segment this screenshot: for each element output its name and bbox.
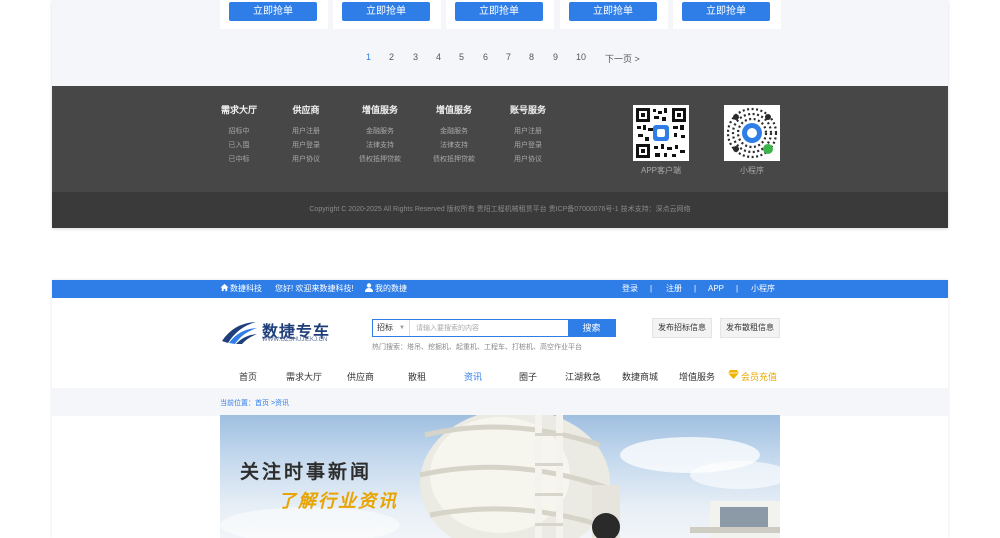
miniprogram-qr-code <box>724 105 780 161</box>
app-qr-label: APP客户端 <box>640 166 681 175</box>
footer-link[interactable]: 金融服务 <box>355 125 405 139</box>
home-icon <box>220 280 229 298</box>
register-link[interactable]: 注册 <box>666 280 682 298</box>
grab-order-button[interactable]: 立即抢单 <box>455 2 543 21</box>
search-type-select[interactable]: 招标 ▼ <box>373 320 410 336</box>
order-card: 立即抢单 <box>560 0 668 29</box>
main-nav: 首页 需求大厅 供应商 散租 资讯 圈子 江湖救急 数捷商城 增值服务 会员充值 <box>52 365 948 387</box>
search-box: 招标 ▼ 搜索 <box>372 319 616 337</box>
logo-swoosh-icon <box>222 322 257 344</box>
nav-item-mall[interactable]: 数捷商城 <box>622 370 658 383</box>
footer-column: 增值服务 金融服务 法律支持 债权抵押贷款 <box>355 103 405 167</box>
footer-link[interactable]: 债权抵押贷款 <box>355 153 405 167</box>
page-link-6[interactable]: 6 <box>483 52 488 62</box>
grab-order-button[interactable]: 立即抢单 <box>229 2 317 21</box>
user-icon <box>365 280 373 298</box>
footer-column: 供应商 用户注册 用户登录 用户协议 <box>288 103 324 167</box>
banner-subheadline: 了解行业资讯 <box>278 491 398 511</box>
footer-link[interactable]: 已入围 <box>220 139 258 153</box>
page-link-8[interactable]: 8 <box>529 52 534 62</box>
publish-bid-button[interactable]: 发布招标信息 <box>652 318 712 338</box>
brand-link[interactable]: 数捷科技 <box>230 280 262 298</box>
previous-page-section: 立即抢单 立即抢单 立即抢单 立即抢单 立即抢单 1 2 3 4 5 6 7 8… <box>52 0 948 228</box>
page-link-9[interactable]: 9 <box>553 52 558 62</box>
miniprogram-qr-label: 小程序 <box>740 166 764 175</box>
order-card: 立即抢单 <box>673 0 781 29</box>
welcome-text: 您好! 欢迎来数捷科技! <box>275 284 354 293</box>
footer-column: 需求大厅 招标中 已入围 已中标 <box>220 103 258 167</box>
footer-link[interactable]: 金融服务 <box>429 125 479 139</box>
nav-item-news[interactable]: 资讯 <box>464 370 482 383</box>
footer-link[interactable]: 法律支持 <box>429 139 479 153</box>
diamond-icon <box>728 370 739 380</box>
footer-link[interactable]: 债权抵押贷款 <box>429 153 479 167</box>
publish-rent-button[interactable]: 发布散租信息 <box>720 318 780 338</box>
footer-link[interactable]: 用户注册 <box>288 125 324 139</box>
nav-item-circle[interactable]: 圈子 <box>519 370 537 383</box>
next-page-link[interactable]: 下一页 > <box>605 52 640 65</box>
footer-column-title: 增值服务 <box>435 105 472 115</box>
nav-item-emergency[interactable]: 江湖救急 <box>565 370 601 383</box>
nav-item-suppliers[interactable]: 供应商 <box>347 370 374 383</box>
footer-link[interactable]: 已中标 <box>220 153 258 167</box>
login-link[interactable]: 登录 <box>622 280 638 298</box>
page-link-10[interactable]: 10 <box>576 52 586 62</box>
order-card: 立即抢单 <box>220 0 328 29</box>
nav-item-value-added[interactable]: 增值服务 <box>679 370 715 383</box>
nav-item-vip-recharge[interactable]: 会员充值 <box>741 370 777 383</box>
footer-column-title: 账号服务 <box>509 105 546 115</box>
page-link-2[interactable]: 2 <box>389 52 394 62</box>
news-banner: 关注时事新闻 了解行业资讯 <box>220 415 780 538</box>
nav-item-rental[interactable]: 散租 <box>408 370 426 383</box>
footer-link[interactable]: 招标中 <box>220 125 258 139</box>
separator: | <box>694 284 697 293</box>
breadcrumb[interactable]: 当前位置：首页 >资讯 <box>220 398 289 408</box>
footer-column: 账号服务 用户注册 用户登录 用户协议 <box>507 103 549 167</box>
hot-searches: 热门搜索：塔吊、挖掘机、起重机、工程车、打桩机、高空作业平台 <box>372 344 582 351</box>
footer-link[interactable]: 用户协议 <box>507 153 549 167</box>
order-card: 立即抢单 <box>333 0 441 29</box>
page-link-3[interactable]: 3 <box>413 52 418 62</box>
breadcrumb-bar: 当前位置：首页 >资讯 <box>52 388 948 416</box>
copyright-bar: Copyright C 2020-2025 All Rights Reserve… <box>52 192 948 228</box>
separator: | <box>650 284 653 293</box>
search-input[interactable] <box>411 320 569 336</box>
app-qr-code <box>633 105 689 161</box>
page-link-7[interactable]: 7 <box>506 52 511 62</box>
grab-order-button[interactable]: 立即抢单 <box>342 2 430 21</box>
pagination: 1 2 3 4 5 6 7 8 9 10 下一页 > <box>52 52 948 66</box>
nav-item-demand-hall[interactable]: 需求大厅 <box>286 370 322 383</box>
footer: 需求大厅 招标中 已入围 已中标 供应商 用户注册 用户登录 用户协议 增值服务… <box>52 86 948 192</box>
top-bar: 数捷科技 您好! 欢迎来数捷科技! 我的数捷 登录 | 注册 | APP | 小… <box>52 280 948 298</box>
site-logo[interactable]: 数捷专车 WWW.GZSHUJIEKJ.CN <box>220 318 340 346</box>
banner-headline: 关注时事新闻 <box>240 462 373 483</box>
footer-link[interactable]: 用户登录 <box>507 139 549 153</box>
my-account-link[interactable]: 我的数捷 <box>375 280 407 298</box>
news-page-section: 数捷科技 您好! 欢迎来数捷科技! 我的数捷 登录 | 注册 | APP | 小… <box>52 280 948 538</box>
footer-column-title: 供应商 <box>292 105 320 115</box>
grab-order-button[interactable]: 立即抢单 <box>682 2 770 21</box>
footer-link[interactable]: 用户注册 <box>507 125 549 139</box>
miniprogram-link[interactable]: 小程序 <box>751 280 775 298</box>
grab-order-button[interactable]: 立即抢单 <box>569 2 657 21</box>
footer-column: 增值服务 金融服务 法律支持 债权抵押贷款 <box>429 103 479 167</box>
app-link[interactable]: APP <box>708 280 724 298</box>
order-card: 立即抢单 <box>446 0 554 29</box>
footer-link[interactable]: 用户登录 <box>288 139 324 153</box>
separator: | <box>736 284 739 293</box>
footer-column-title: 增值服务 <box>361 105 398 115</box>
search-type-value: 招标 <box>377 323 393 332</box>
page-link-5[interactable]: 5 <box>459 52 464 62</box>
page-link-4[interactable]: 4 <box>436 52 441 62</box>
search-button[interactable]: 搜索 <box>568 319 615 337</box>
caret-down-icon: ▼ <box>399 325 405 331</box>
footer-link[interactable]: 用户协议 <box>288 153 324 167</box>
page-link-1[interactable]: 1 <box>366 52 371 62</box>
nav-item-home[interactable]: 首页 <box>239 370 257 383</box>
logo-url: WWW.GZSHUJIEKJ.CN <box>262 337 328 343</box>
footer-column-title: 需求大厅 <box>220 105 257 115</box>
footer-link[interactable]: 法律支持 <box>355 139 405 153</box>
